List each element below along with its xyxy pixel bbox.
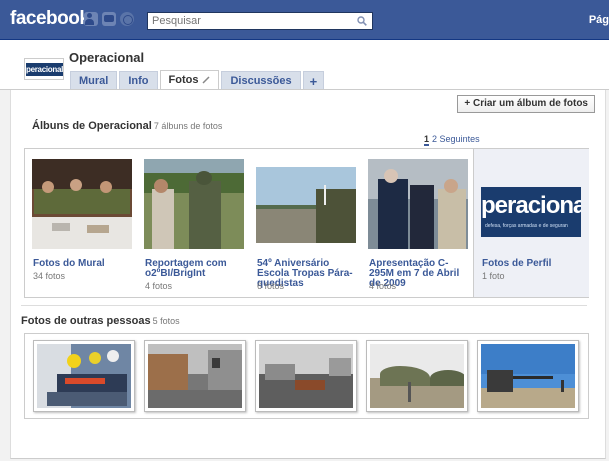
- tagged-photo[interactable]: [255, 340, 357, 412]
- albums-section-title: Álbuns de Operacional 7 álbuns de fotos: [32, 120, 222, 132]
- album-card[interactable]: Fotos do Mural 34 fotos: [25, 149, 137, 297]
- album-card[interactable]: Apresentação C-295M em 7 de Abril de 200…: [361, 149, 473, 297]
- tab-info[interactable]: Info: [119, 71, 158, 90]
- notifications-icon[interactable]: [120, 12, 134, 26]
- albums-count: 7 álbuns de fotos: [153, 121, 223, 131]
- messages-icon[interactable]: [102, 12, 116, 26]
- page-title[interactable]: Operacional: [69, 50, 144, 65]
- profile-header: peracional Operacional Mural Info Fotos …: [0, 41, 609, 90]
- others-heading: Fotos de outras pessoas: [21, 315, 151, 327]
- tab-mural[interactable]: Mural: [70, 71, 118, 90]
- album-photo-count: 34 fotos: [33, 271, 66, 281]
- others-count: 5 fotos: [152, 316, 180, 326]
- tab-label: Mural: [79, 75, 109, 87]
- album-photo-count: 4 fotos: [369, 281, 397, 291]
- avatar-logo-text: peracional: [26, 63, 64, 76]
- album-photo-count: 1 foto: [482, 271, 505, 281]
- album-cover[interactable]: [256, 159, 356, 249]
- pager-page-2[interactable]: 2: [432, 134, 437, 144]
- plus-icon: +: [309, 74, 318, 89]
- tagged-photo[interactable]: [477, 340, 579, 412]
- section-divider: [21, 305, 587, 306]
- tagged-photos-strip: [24, 333, 589, 419]
- pager-next-link[interactable]: Seguintes: [440, 134, 480, 144]
- album-title[interactable]: Fotos de Perfil: [482, 259, 586, 269]
- tab-label: Info: [128, 75, 149, 87]
- albums-pager: 12 Seguintes: [424, 134, 480, 146]
- search-input[interactable]: [148, 13, 348, 29]
- albums-heading: Álbuns de Operacional: [32, 120, 152, 132]
- notification-jewels: [84, 12, 134, 26]
- album-title[interactable]: Reportagem com o2ºBI/BrigInt: [145, 259, 249, 279]
- album-photo-count: 4 fotos: [145, 281, 173, 291]
- tab-label: Fotos: [168, 74, 199, 86]
- search-icon[interactable]: [357, 16, 367, 26]
- top-bar: facebook Pág: [0, 0, 609, 40]
- album-cover[interactable]: peracional defesa, forças armadas e de s…: [481, 187, 581, 237]
- tagged-photo[interactable]: [366, 340, 468, 412]
- pages-link[interactable]: Pág: [589, 14, 609, 26]
- tab-label: Discussões: [230, 75, 292, 87]
- cover-logo-text: peracional: [481, 192, 581, 219]
- pager-current-page: 1: [424, 134, 430, 146]
- album-card[interactable]: Reportagem com o2ºBI/BrigInt 4 fotos: [137, 149, 249, 297]
- tagged-photo[interactable]: [33, 340, 135, 412]
- create-album-button[interactable]: + Criar um álbum de fotos: [457, 95, 595, 113]
- search-box: [147, 12, 373, 30]
- pencil-icon[interactable]: [202, 76, 210, 84]
- tab-fotos[interactable]: Fotos: [159, 70, 220, 90]
- album-cover[interactable]: [144, 159, 244, 249]
- album-title[interactable]: Fotos do Mural: [33, 259, 137, 269]
- album-card[interactable]: peracional defesa, forças armadas e de s…: [473, 149, 589, 297]
- add-tab-button[interactable]: +: [302, 71, 325, 90]
- cover-logo-subtitle: defesa, forças armadas e de seguran: [485, 223, 568, 229]
- others-section-title: Fotos de outras pessoas 5 fotos: [21, 315, 180, 327]
- tab-discussoes[interactable]: Discussões: [221, 71, 301, 90]
- albums-grid: Fotos do Mural 34 fotos Reportagem com o…: [24, 148, 589, 298]
- facebook-logo[interactable]: facebook: [10, 8, 90, 30]
- page-avatar[interactable]: peracional: [24, 58, 64, 80]
- album-card[interactable]: 54º Aniversário Escola Tropas Pára-quedi…: [249, 149, 361, 297]
- profile-tabs: Mural Info Fotos Discussões +: [70, 70, 326, 90]
- album-cover[interactable]: [368, 159, 468, 249]
- main-area: + Criar um álbum de fotos Álbuns de Oper…: [0, 90, 609, 461]
- friend-requests-icon[interactable]: [84, 12, 98, 26]
- album-cover[interactable]: [32, 159, 132, 249]
- album-photo-count: 6 fotos: [257, 281, 285, 291]
- tagged-photo[interactable]: [144, 340, 246, 412]
